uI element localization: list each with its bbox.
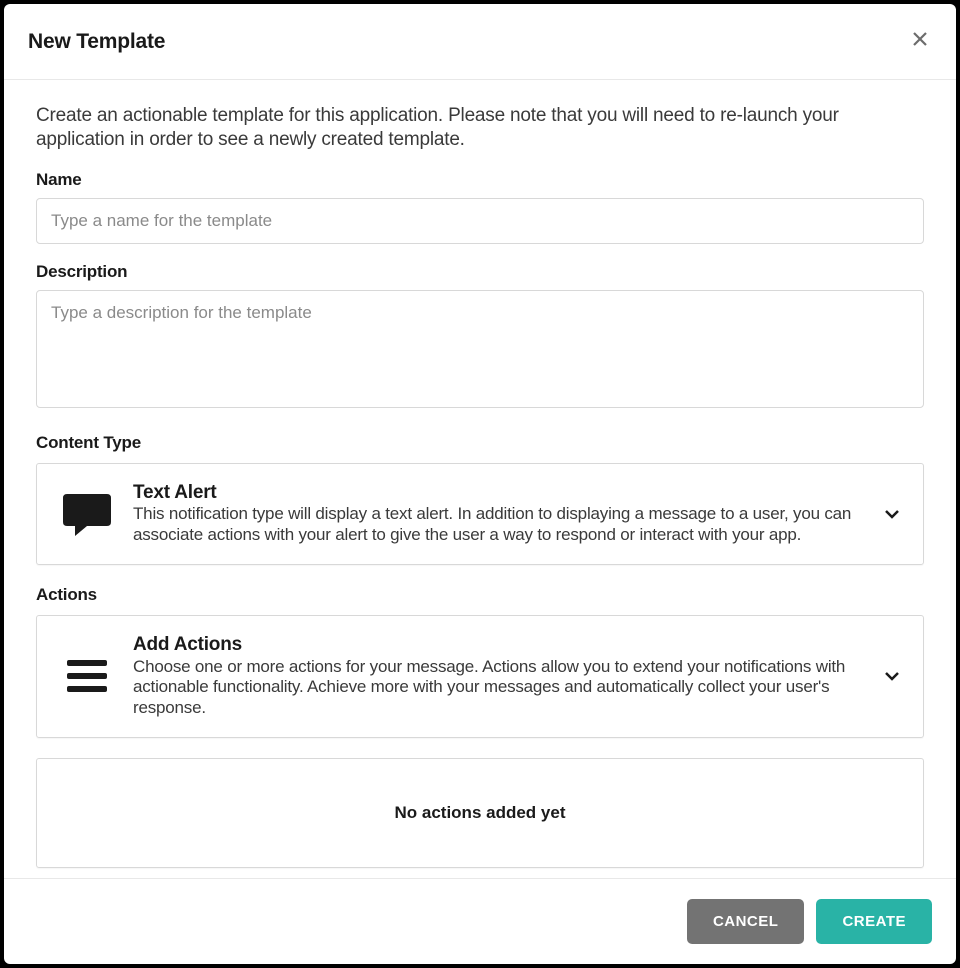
close-icon: [912, 30, 928, 53]
intro-text: Create an actionable template for this a…: [36, 104, 924, 152]
content-type-selector[interactable]: Text Alert This notification type will d…: [36, 463, 924, 565]
name-label: Name: [36, 170, 924, 190]
modal-body: Create an actionable template for this a…: [4, 80, 956, 878]
create-button[interactable]: CREATE: [816, 899, 932, 944]
close-button[interactable]: [908, 26, 932, 57]
list-icon: [59, 656, 115, 696]
description-label: Description: [36, 262, 924, 282]
content-type-label: Content Type: [36, 433, 924, 453]
modal-footer: CANCEL CREATE: [4, 878, 956, 964]
modal-title: New Template: [28, 30, 165, 54]
actions-description: Choose one or more actions for your mess…: [133, 657, 865, 719]
actions-content: Add Actions Choose one or more actions f…: [133, 634, 865, 719]
chevron-down-icon: [883, 509, 901, 519]
name-input[interactable]: [36, 198, 924, 244]
content-type-description: This notification type will display a te…: [133, 504, 865, 545]
modal-backdrop: New Template Create an actionable templa…: [0, 0, 960, 968]
actions-title: Add Actions: [133, 634, 865, 657]
content-type-content: Text Alert This notification type will d…: [133, 482, 865, 546]
description-input[interactable]: [36, 290, 924, 408]
chevron-down-icon: [883, 671, 901, 681]
no-actions-placeholder: No actions added yet: [36, 758, 924, 868]
content-type-title: Text Alert: [133, 482, 865, 505]
new-template-modal: New Template Create an actionable templa…: [4, 4, 956, 964]
actions-selector[interactable]: Add Actions Choose one or more actions f…: [36, 615, 924, 738]
modal-header: New Template: [4, 4, 956, 80]
actions-label: Actions: [36, 585, 924, 605]
chat-bubble-icon: [59, 490, 115, 538]
cancel-button[interactable]: CANCEL: [687, 899, 805, 944]
